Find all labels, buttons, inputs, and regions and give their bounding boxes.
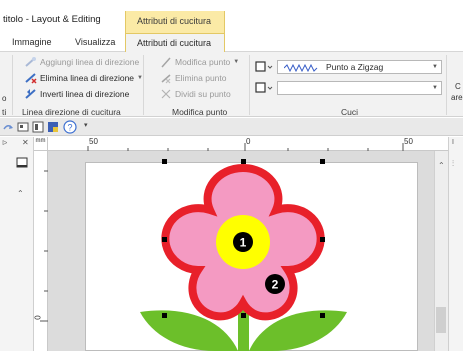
selection-handle[interactable] (241, 313, 246, 318)
marker-2-label: 2 (272, 278, 279, 292)
flower-design[interactable]: 1 2 (0, 0, 463, 351)
selection-handle[interactable] (241, 159, 246, 164)
selection-handle[interactable] (162, 237, 167, 242)
selection-handle[interactable] (320, 159, 325, 164)
selection-handle[interactable] (162, 159, 167, 164)
selection-handle[interactable] (320, 237, 325, 242)
selection-handle[interactable] (320, 313, 325, 318)
selection-handle[interactable] (162, 313, 167, 318)
marker-1-label: 1 (240, 236, 247, 250)
